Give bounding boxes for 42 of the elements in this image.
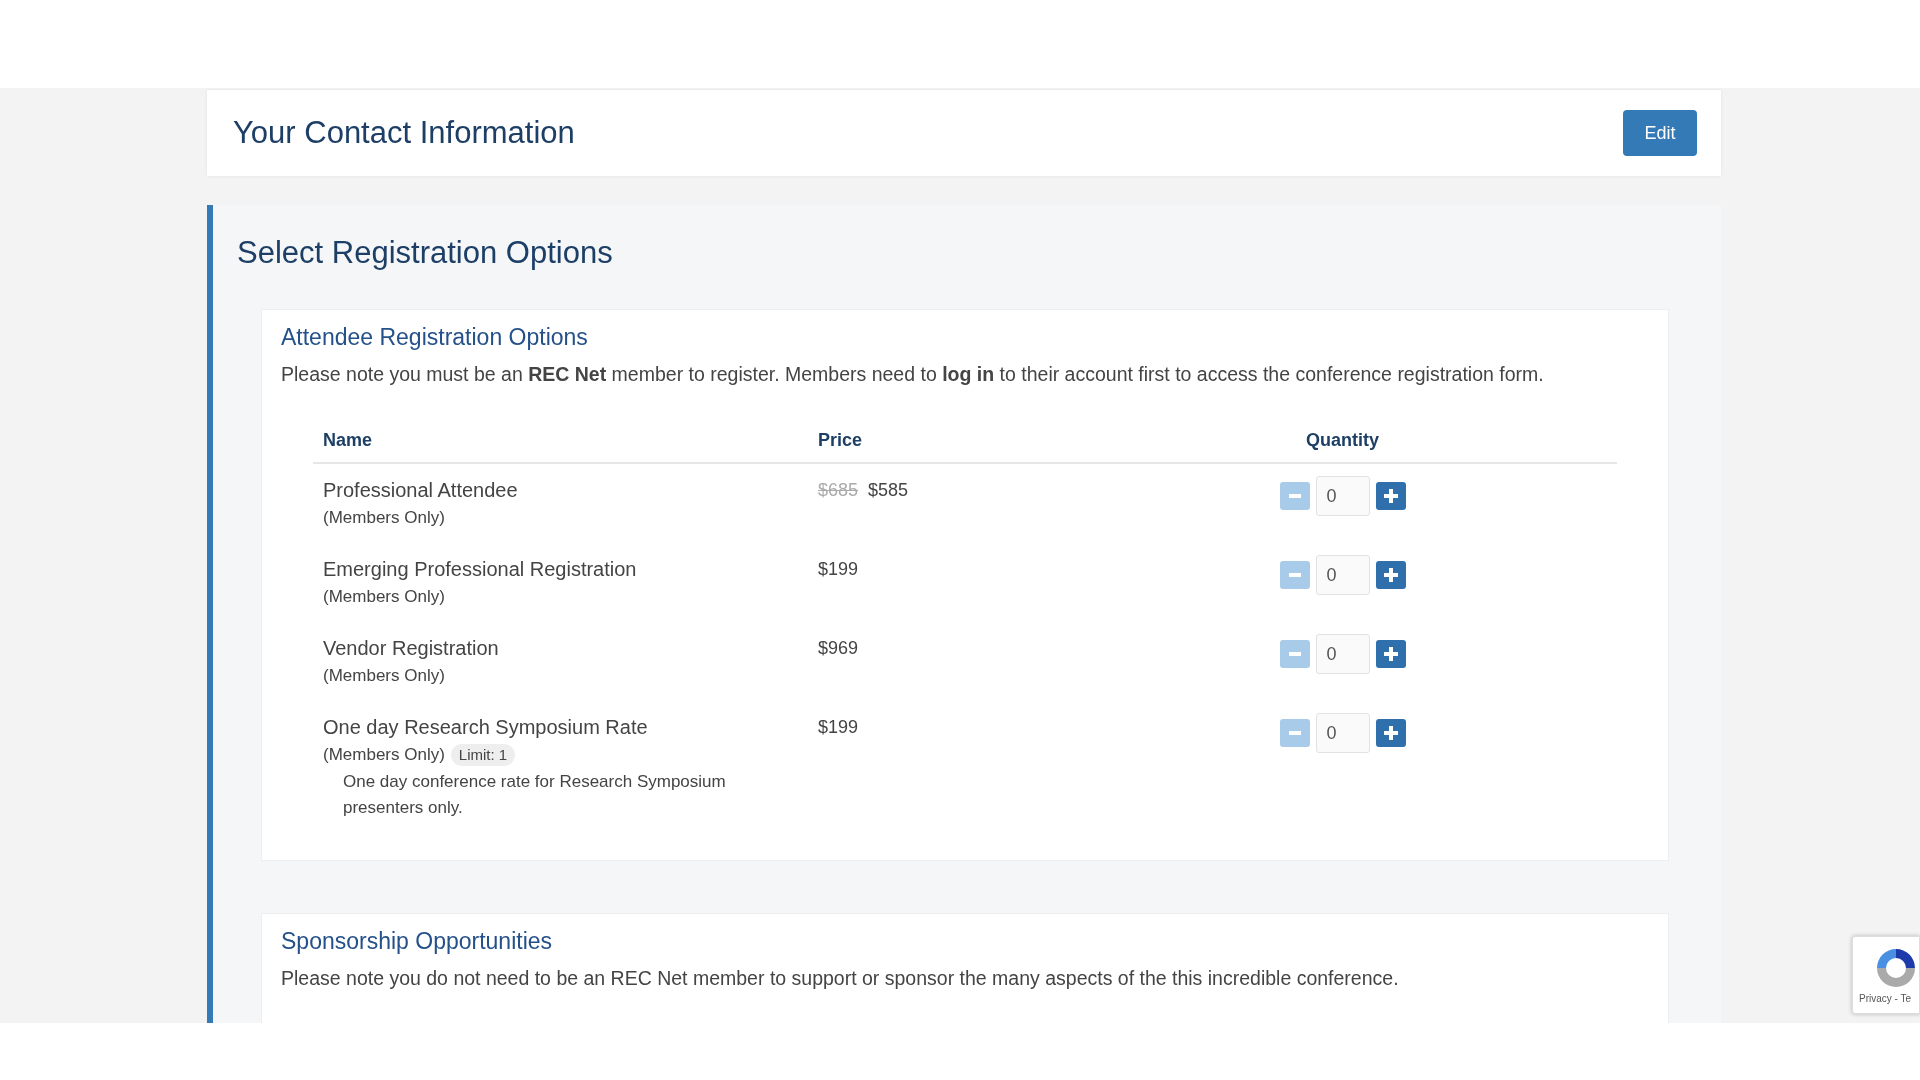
quantity-field[interactable]: 0: [1315, 713, 1370, 753]
plus-icon: [1383, 568, 1398, 582]
edit-button[interactable]: Edit: [1623, 110, 1697, 156]
column-header: Name: [323, 430, 373, 450]
old-price: $685: [818, 479, 859, 502]
note-text: Please note you must be an REC Net member to register. Members need to log in to their account first to access the conference registration form.: [281, 362, 1545, 387]
quantity-field[interactable]: 0: [1315, 476, 1370, 516]
minus-icon: [1288, 573, 1301, 577]
option-name: One day Research Symposium Rate: [323, 715, 649, 740]
column-header: Price: [818, 430, 863, 450]
quantity-field[interactable]: 0: [1315, 634, 1370, 674]
price: $969: [818, 637, 859, 660]
option-note: (Members Only): [323, 744, 445, 766]
option-name: Emerging Professional Registration: [323, 557, 638, 582]
plus-icon: [1383, 647, 1398, 661]
note-text: Please note you do not need to be an REC Net member to support or sponsor the many aspects of the this incredible conference.: [281, 966, 1400, 991]
option-note: (Members Only): [323, 507, 445, 529]
increase-button[interactable]: [1375, 561, 1406, 589]
minus-icon: [1288, 652, 1301, 656]
section-title: Select Registration Options: [237, 234, 614, 272]
card-heading: Sponsorship Opportunities: [281, 927, 554, 956]
option-note: (Members Only): [323, 665, 445, 687]
option-note: (Members Only): [323, 586, 445, 608]
plus-icon: [1383, 489, 1398, 503]
section-title: Your Contact Information: [233, 113, 575, 152]
increase-button[interactable]: [1375, 640, 1406, 668]
minus-icon: [1288, 494, 1301, 498]
plus-icon: [1383, 726, 1398, 740]
minus-icon: [1288, 731, 1301, 735]
increase-button[interactable]: [1375, 719, 1406, 747]
price: $585: [868, 479, 909, 502]
option-name: Vendor Registration: [323, 636, 500, 661]
option-name: Professional Attendee: [323, 478, 519, 503]
column-header: Quantity: [1306, 429, 1379, 452]
card-heading: Attendee Registration Options: [281, 323, 589, 352]
increase-button[interactable]: [1375, 482, 1406, 510]
option-description: One day conference rate for Research Symposium presenters only.: [342, 771, 727, 819]
price: $199: [818, 558, 859, 581]
limit-badge: Limit: 1: [450, 744, 516, 766]
price: $199: [818, 716, 859, 739]
quantity-field[interactable]: 0: [1315, 555, 1370, 595]
recaptcha-text: Privacy - Te: [1859, 992, 1912, 1006]
